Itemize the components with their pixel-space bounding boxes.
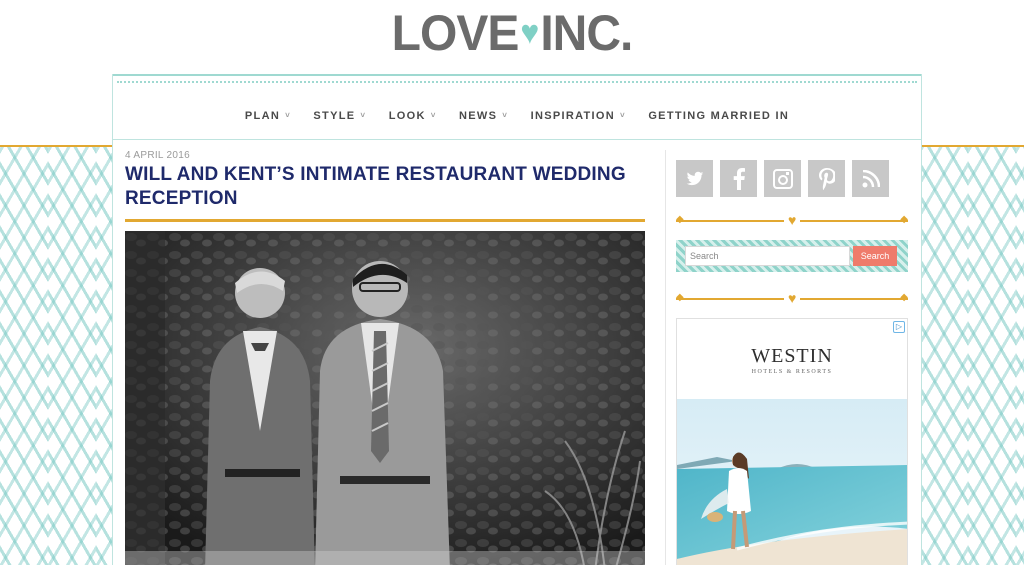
post-featured-photo[interactable] xyxy=(125,231,645,565)
chevron-down-icon: ˅ xyxy=(430,111,437,120)
dotted-border xyxy=(117,81,917,83)
nav-item-style[interactable]: STYLE ˅ xyxy=(313,110,366,122)
nav-item-label: STYLE xyxy=(313,110,356,122)
nav-item-label: LOOK xyxy=(388,110,426,122)
ad-subtitle: HOTELS & RESORTS xyxy=(751,369,833,375)
sidebar-ornament-divider: ◆ ♥ ◆ xyxy=(676,290,908,306)
nav-item-look[interactable]: LOOK ˅ xyxy=(389,110,437,122)
arrow-left-icon: ◆ xyxy=(676,292,684,303)
title-underline xyxy=(125,219,645,222)
nav-item-news[interactable]: NEWS ˅ xyxy=(459,110,508,122)
nav-item-getting-married-in[interactable]: GETTING MARRIED IN xyxy=(648,110,789,122)
nav-item-label: INSPIRATION xyxy=(530,110,615,122)
ad-brand: WESTIN xyxy=(751,345,833,367)
post-title[interactable]: WILL AND KENT’S INTIMATE RESTAURANT WEDD… xyxy=(125,163,645,211)
main-menu: PLAN ˅ STYLE ˅ LOOK ˅ NEWS ˅ INSPIRATION ˅ GE… xyxy=(113,110,921,122)
facebook-icon[interactable] xyxy=(720,160,757,197)
sidebar-ornament-divider: ◆ ♥ ◆ xyxy=(676,212,908,228)
heart-icon: ♥ xyxy=(520,13,539,51)
navigation-bar: PLAN ˅ STYLE ˅ LOOK ˅ NEWS ˅ INSPIRATION ˅ GE… xyxy=(113,74,921,140)
couple-photo-illustration xyxy=(125,231,645,565)
pinterest-icon[interactable] xyxy=(808,160,845,197)
search-button[interactable]: Search xyxy=(853,246,897,266)
chevron-down-icon: ˅ xyxy=(619,111,626,120)
left-pattern-background xyxy=(0,147,114,565)
nav-item-label: NEWS xyxy=(459,110,498,122)
nav-item-plan[interactable]: PLAN ˅ xyxy=(245,110,291,122)
heart-icon: ♥ xyxy=(784,290,801,306)
sidebar-advertisement[interactable]: ▷ WESTIN HOTELS & RESORTS xyxy=(676,318,908,565)
sidebar-divider xyxy=(665,150,666,565)
adchoices-icon[interactable]: ▷ xyxy=(893,321,905,333)
ad-beach-image xyxy=(677,399,907,565)
nav-item-inspiration[interactable]: INSPIRATION ˅ xyxy=(531,110,626,122)
nav-item-label: PLAN xyxy=(244,110,281,122)
twitter-icon[interactable] xyxy=(676,160,713,197)
logo-text-right: INC. xyxy=(540,5,633,62)
arrow-left-icon: ◆ xyxy=(676,214,684,225)
social-links xyxy=(676,160,889,197)
nav-item-label: GETTING MARRIED IN xyxy=(648,110,790,122)
logo-text-left: LOVE xyxy=(391,5,520,62)
chevron-down-icon: ˅ xyxy=(360,111,367,120)
post-date: 4 APRIL 2016 xyxy=(125,150,190,161)
chevron-down-icon: ˅ xyxy=(502,111,509,120)
heart-icon: ♥ xyxy=(784,212,801,228)
site-logo[interactable]: LOVE♥INC. xyxy=(0,5,1024,63)
rss-icon[interactable] xyxy=(852,160,889,197)
chevron-down-icon: ˅ xyxy=(285,111,292,120)
search-widget: Search xyxy=(676,240,908,272)
instagram-icon[interactable] xyxy=(764,160,801,197)
arrow-right-icon: ◆ xyxy=(900,214,908,225)
main-container: PLAN ˅ STYLE ˅ LOOK ˅ NEWS ˅ INSPIRATION ˅ GE… xyxy=(112,74,922,565)
arrow-right-icon: ◆ xyxy=(900,292,908,303)
search-input[interactable] xyxy=(685,246,850,266)
right-pattern-background xyxy=(920,147,1024,565)
